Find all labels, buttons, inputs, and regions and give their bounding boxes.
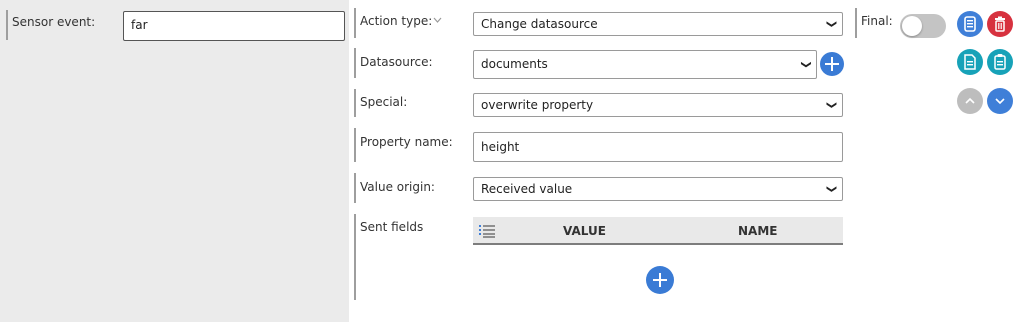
special-value: overwrite property bbox=[481, 98, 594, 112]
special-bar bbox=[354, 89, 356, 117]
select-chevron-icon: ❮ bbox=[825, 100, 837, 110]
export-button[interactable] bbox=[957, 49, 983, 75]
trash-icon bbox=[995, 16, 1005, 32]
plus-icon bbox=[653, 273, 667, 287]
property-name-input[interactable]: height bbox=[473, 132, 843, 162]
property-name-bar bbox=[354, 128, 356, 162]
action-type-select[interactable]: Change datasource ❮ bbox=[473, 12, 843, 36]
paste-button[interactable] bbox=[987, 49, 1013, 75]
datasource-value: documents bbox=[481, 57, 548, 71]
add-datasource-button[interactable] bbox=[820, 52, 844, 76]
special-select[interactable]: overwrite property ❮ bbox=[473, 93, 843, 117]
datasource-select[interactable]: documents ❮ bbox=[473, 50, 817, 79]
value-origin-bar bbox=[354, 173, 356, 203]
value-origin-value: Received value bbox=[481, 182, 573, 196]
list-icon[interactable] bbox=[479, 224, 495, 238]
add-sent-field-button[interactable] bbox=[646, 266, 674, 294]
plus-icon bbox=[825, 57, 839, 71]
chevron-up-icon bbox=[965, 97, 975, 104]
action-type-bar bbox=[354, 8, 356, 38]
column-header-name: NAME bbox=[738, 224, 778, 238]
sensor-event-label: Sensor event: bbox=[6, 10, 95, 40]
select-chevron-icon: ❮ bbox=[825, 184, 837, 194]
clipboard-icon bbox=[994, 54, 1006, 70]
final-bar bbox=[855, 8, 857, 38]
sent-fields-table-header: VALUE NAME bbox=[473, 217, 843, 245]
value-origin-select[interactable]: Received value ❮ bbox=[473, 177, 843, 201]
final-label: Final: bbox=[861, 14, 893, 28]
document-export-icon bbox=[964, 54, 976, 70]
datasource-bar bbox=[354, 48, 356, 78]
datasource-label: Datasource: bbox=[360, 55, 433, 69]
action-type-label: Action type: bbox=[360, 14, 433, 28]
select-chevron-icon: ❮ bbox=[825, 19, 837, 29]
final-toggle[interactable] bbox=[900, 14, 946, 38]
select-chevron-icon: ❮ bbox=[800, 60, 812, 69]
chevron-down-icon[interactable] bbox=[433, 17, 442, 24]
copy-button[interactable] bbox=[957, 11, 983, 37]
chevron-down-icon bbox=[995, 98, 1005, 105]
delete-button[interactable] bbox=[987, 11, 1013, 37]
move-down-button[interactable] bbox=[987, 88, 1013, 114]
sensor-event-input[interactable]: far bbox=[123, 11, 345, 41]
move-up-button[interactable] bbox=[957, 88, 983, 114]
value-origin-label: Value origin: bbox=[360, 180, 435, 194]
column-header-value: VALUE bbox=[563, 224, 606, 238]
property-name-label: Property name: bbox=[360, 135, 453, 149]
sent-fields-bar bbox=[354, 214, 356, 300]
copy-icon bbox=[964, 16, 976, 32]
toggle-knob bbox=[902, 16, 922, 36]
sent-fields-label: Sent fields bbox=[360, 220, 424, 234]
special-label: Special: bbox=[360, 95, 408, 109]
sensor-panel: Sensor event: far bbox=[0, 0, 349, 322]
action-type-value: Change datasource bbox=[481, 17, 598, 31]
